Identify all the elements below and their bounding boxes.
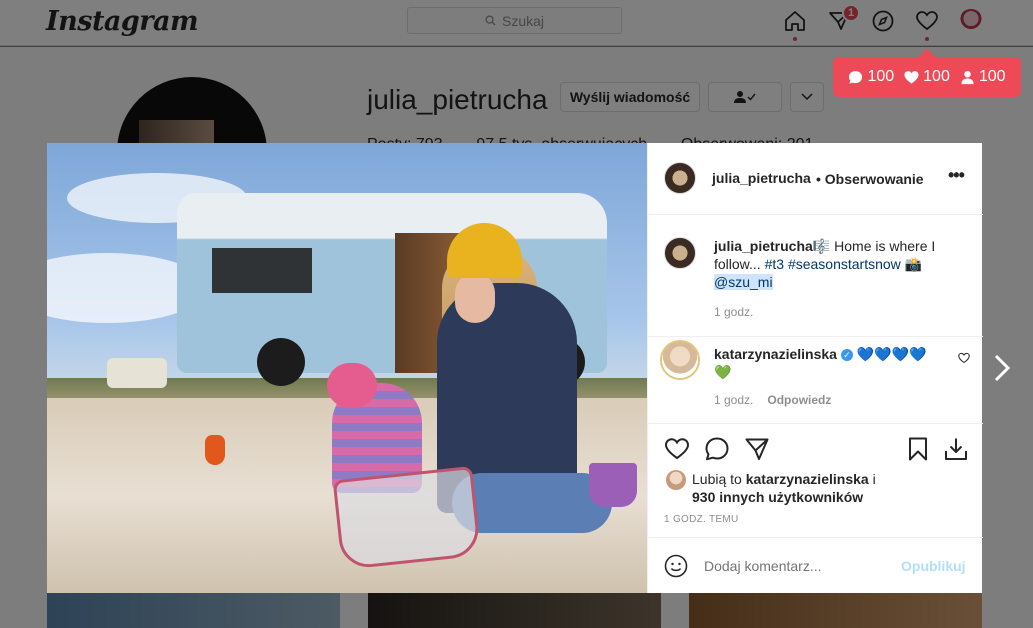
share-icon	[745, 438, 769, 460]
post-timestamp: 1 GODZ. TEMU	[664, 514, 739, 525]
post-header: julia_pietrucha • Obserwowanie •••	[648, 143, 983, 215]
publish-comment-button[interactable]: Opublikuj	[901, 558, 966, 574]
likes-summary: Lubią to katarzynazielinska i 930 innych…	[666, 470, 876, 506]
like-comment-icon[interactable]	[958, 352, 970, 364]
heart-filled-icon	[904, 70, 919, 84]
download-button[interactable]	[943, 436, 969, 462]
likes-count-link[interactable]: 930 innych użytkowników	[692, 489, 863, 505]
add-comment-bar: Opublikuj	[648, 537, 983, 593]
emoji-button[interactable]	[664, 554, 688, 578]
comment-button[interactable]	[704, 436, 730, 462]
verified-badge-icon: ✓	[840, 349, 853, 362]
post-actions: Lubią to katarzynazielinska i 930 innych…	[648, 423, 983, 537]
comments-count: 100	[848, 68, 894, 86]
hashtag-link[interactable]: #t3	[765, 256, 784, 272]
post-details-panel: julia_pietrucha • Obserwowanie ••• julia…	[647, 143, 983, 593]
caption-author-avatar[interactable]	[664, 237, 696, 269]
mention-link[interactable]: @szu_mi	[714, 274, 773, 290]
likes-count: 100	[904, 68, 950, 86]
comment-bubble-icon	[849, 70, 863, 84]
share-button[interactable]	[744, 436, 770, 462]
comment-icon	[705, 437, 729, 461]
followers-count: 100	[960, 68, 1006, 86]
likes-text: Lubią to katarzynazielinska i 930 innych…	[692, 471, 876, 505]
comment-item: katarzynazielinska ✓ 💙💙💙💙 💚 1 godz. Odpow…	[648, 337, 983, 423]
commenter-username[interactable]: katarzynazielinska	[714, 346, 837, 362]
post-photo[interactable]	[47, 143, 647, 593]
comment-input[interactable]	[704, 558, 884, 574]
caption: julia_pietrucha🎼 Home is where I follow.…	[648, 215, 983, 335]
heart-icon	[664, 438, 690, 460]
download-icon	[945, 438, 967, 460]
person-icon	[961, 70, 974, 84]
reply-button[interactable]: Odpowiedz	[767, 393, 831, 407]
post-modal: julia_pietrucha • Obserwowanie ••• julia…	[47, 143, 983, 593]
hashtag-link[interactable]: #seasonstartsnow	[788, 256, 901, 272]
like-button[interactable]	[664, 436, 690, 462]
liker-avatar[interactable]	[666, 470, 686, 490]
author-username[interactable]: julia_pietrucha	[712, 170, 811, 186]
bookmark-icon	[909, 437, 927, 461]
caption-text: julia_pietrucha🎼 Home is where I follow.…	[714, 238, 936, 290]
comment-text: katarzynazielinska ✓ 💙💙💙💙 💚	[714, 346, 927, 380]
chevron-right-icon	[994, 354, 1011, 382]
post-options-button[interactable]: •••	[948, 165, 965, 186]
following-status[interactable]: • Obserwowanie	[816, 171, 924, 187]
smiley-icon	[664, 554, 688, 578]
save-button[interactable]	[905, 436, 931, 462]
commenter-avatar[interactable]	[660, 340, 700, 380]
caption-username[interactable]: julia_pietrucha	[714, 238, 813, 254]
author-avatar[interactable]	[664, 162, 696, 194]
next-post-button[interactable]	[990, 352, 1014, 384]
caption-time: 1 godz.	[714, 305, 754, 319]
comments-list: julia_pietrucha🎼 Home is where I follow.…	[648, 215, 983, 423]
activity-popup[interactable]: 100 100 100	[833, 57, 1021, 97]
liker-username[interactable]: katarzynazielinska	[746, 471, 869, 487]
comment-meta: 1 godz. Odpowiedz	[714, 393, 832, 407]
